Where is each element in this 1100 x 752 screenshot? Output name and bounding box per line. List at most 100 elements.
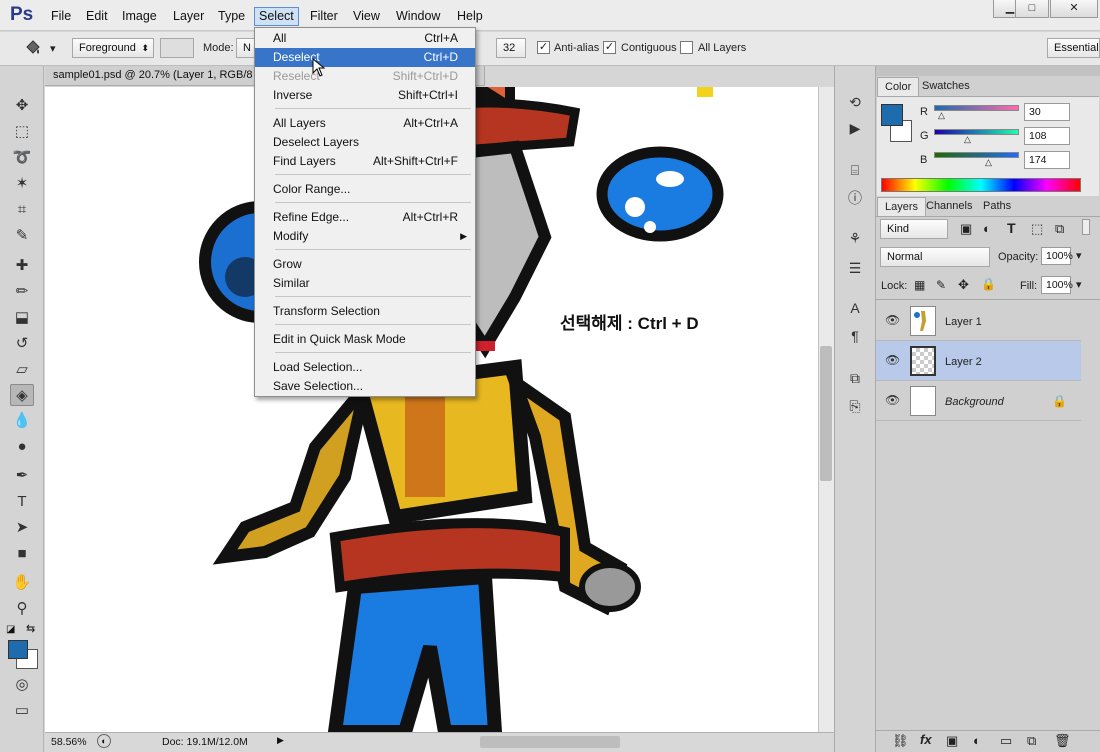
maximize-button[interactable]: □ [1015, 0, 1049, 18]
smart-object-filter-icon[interactable]: ⧉ [1055, 221, 1064, 237]
eraser-icon[interactable]: ▱ [10, 359, 34, 381]
blur-tool-icon[interactable]: 💧 [10, 410, 34, 432]
lock-position-icon[interactable]: ✥ [958, 277, 969, 293]
horizontal-scroll-thumb[interactable] [480, 736, 620, 748]
pen-tool-icon[interactable]: ✒ [10, 465, 34, 487]
r-input[interactable]: 30 [1024, 103, 1070, 121]
character-panel-icon[interactable]: A [844, 298, 866, 318]
move-tool-icon[interactable]: ✥ [10, 95, 34, 117]
anti-alias-checkbox[interactable]: ✓ [537, 41, 550, 54]
menu-item-all-layers[interactable]: All Layers Alt+Ctrl+A [255, 114, 475, 133]
link-layers-icon[interactable]: ⛓ [892, 733, 909, 749]
paragraph-panel-icon[interactable]: ¶ [844, 326, 866, 346]
shape-filter-icon[interactable]: ⬚ [1031, 221, 1043, 237]
lock-transparency-icon[interactable]: ▦ [914, 278, 925, 292]
fg-swatch[interactable] [881, 104, 903, 126]
menu-item-color-range[interactable]: Color Range... [255, 180, 475, 199]
rectangle-tool-icon[interactable]: ■ [10, 543, 34, 565]
paint-bucket-tool-icon[interactable]: ◈ [10, 384, 34, 406]
menu-help[interactable]: Help [453, 8, 487, 26]
new-layer-icon[interactable]: ⧉ [1027, 733, 1036, 749]
menu-layer[interactable]: Layer [169, 8, 208, 26]
b-input[interactable]: 174 [1024, 151, 1070, 169]
tab-paths[interactable]: Paths [976, 197, 1018, 216]
fill-dropdown-icon[interactable]: ▾ [1076, 278, 1082, 291]
visibility-eye-icon[interactable]: 👁 [885, 313, 900, 327]
foreground-color-swatch[interactable] [8, 640, 28, 659]
screen-mode-icon[interactable]: ▭ [10, 700, 34, 722]
menu-window[interactable]: Window [392, 8, 444, 26]
vertical-scroll-thumb[interactable] [820, 346, 832, 481]
para-styles-icon[interactable]: ⎘ [844, 396, 866, 416]
color-ramp[interactable] [881, 178, 1081, 192]
menu-filter[interactable]: Filter [306, 8, 342, 26]
adjustments-panel-icon[interactable]: ☰ [844, 258, 866, 278]
brush-tool-icon[interactable]: ✏ [10, 281, 34, 303]
history-panel-icon[interactable]: ⟲ [844, 92, 866, 112]
image-filter-icon[interactable]: ▣ [960, 221, 972, 237]
status-menu-icon[interactable]: ▶ [277, 735, 284, 746]
crop-tool-icon[interactable]: ⌗ [10, 199, 34, 221]
trash-icon[interactable]: 🗑 [1054, 733, 1071, 749]
menu-item-transform-selection[interactable]: Transform Selection [255, 302, 475, 321]
layer-name[interactable]: Layer 2 [945, 356, 982, 368]
menu-edit[interactable]: Edit [82, 8, 112, 26]
paint-bucket-icon[interactable] [22, 39, 44, 59]
mode-select[interactable]: N [236, 38, 256, 58]
zoom-tool-icon[interactable]: ⚲ [10, 598, 34, 620]
menu-item-inverse[interactable]: Inverse Shift+Ctrl+I [255, 86, 475, 105]
char-styles-icon[interactable]: ⧉ [844, 368, 866, 388]
b-slider-handle[interactable]: △ [985, 157, 992, 168]
blend-mode-select[interactable]: Normal [880, 247, 990, 267]
magic-wand-icon[interactable]: ✶ [10, 173, 34, 195]
menu-item-load-selection[interactable]: Load Selection... [255, 358, 475, 377]
adjustment-filter-icon[interactable]: ◐ [983, 221, 991, 236]
healing-brush-icon[interactable]: ✚ [10, 255, 34, 277]
pattern-picker[interactable] [160, 38, 194, 58]
adjustment-layer-icon[interactable]: ◐ [973, 733, 981, 748]
layer-filter-select[interactable]: Kind [880, 219, 948, 239]
visibility-eye-icon[interactable]: 👁 [885, 393, 900, 407]
contiguous-checkbox[interactable]: ✓ [603, 41, 616, 54]
opacity-dropdown-icon[interactable]: ▾ [1076, 249, 1082, 262]
marquee-tool-icon[interactable]: ⬚ [10, 121, 34, 143]
g-input[interactable]: 108 [1024, 127, 1070, 145]
menu-item-all[interactable]: All Ctrl+A [255, 29, 475, 48]
type-tool-icon[interactable]: T [10, 491, 34, 513]
layers-scrollbar[interactable] [1082, 219, 1090, 235]
g-slider[interactable] [934, 129, 1019, 135]
lock-pixels-icon[interactable]: ✎ [936, 278, 946, 292]
tab-channels[interactable]: Channels [919, 197, 979, 216]
menu-view[interactable]: View [349, 8, 384, 26]
type-filter-icon[interactable]: T [1007, 220, 1016, 236]
g-slider-handle[interactable]: △ [964, 134, 971, 145]
workspace-button[interactable]: Essentials [1047, 38, 1100, 58]
menu-item-find-layers[interactable]: Find Layers Alt+Shift+Ctrl+F [255, 152, 475, 171]
clone-stamp-icon[interactable]: ⬓ [10, 307, 34, 329]
lock-all-icon[interactable]: 🔒 [981, 277, 996, 291]
opacity-input[interactable]: 100% [1041, 247, 1073, 265]
swap-colors-icon[interactable]: ⇆ [26, 622, 35, 635]
menu-item-similar[interactable]: Similar [255, 274, 475, 293]
tab-color[interactable]: Color [877, 77, 920, 96]
fill-source-select[interactable]: Foreground ⬍ [72, 38, 154, 58]
menu-item-grow[interactable]: Grow [255, 255, 475, 274]
tolerance-input[interactable]: 32 [496, 38, 526, 58]
menu-select[interactable]: Select [254, 7, 299, 26]
info-panel-icon[interactable]: ⓘ [844, 188, 866, 208]
r-slider[interactable] [934, 105, 1019, 111]
b-slider[interactable] [934, 152, 1019, 158]
chevron-down-icon[interactable]: ▾ [50, 42, 56, 55]
zoom-level[interactable]: 58.56% [51, 736, 87, 748]
path-selection-icon[interactable]: ➤ [10, 517, 34, 539]
hand-tool-icon[interactable]: ✋ [10, 572, 34, 594]
add-mask-icon[interactable]: ▣ [946, 733, 958, 749]
menu-file[interactable]: File [47, 8, 75, 26]
menu-type[interactable]: Type [214, 8, 249, 26]
quick-mask-icon[interactable]: ◎ [10, 674, 34, 696]
layer-name[interactable]: Background [945, 396, 1004, 408]
status-info-icon[interactable]: ◐ [97, 734, 111, 748]
dodge-tool-icon[interactable]: ● [10, 436, 34, 458]
actions-panel-icon[interactable]: ▶ [844, 118, 866, 138]
r-slider-handle[interactable]: △ [938, 110, 945, 121]
